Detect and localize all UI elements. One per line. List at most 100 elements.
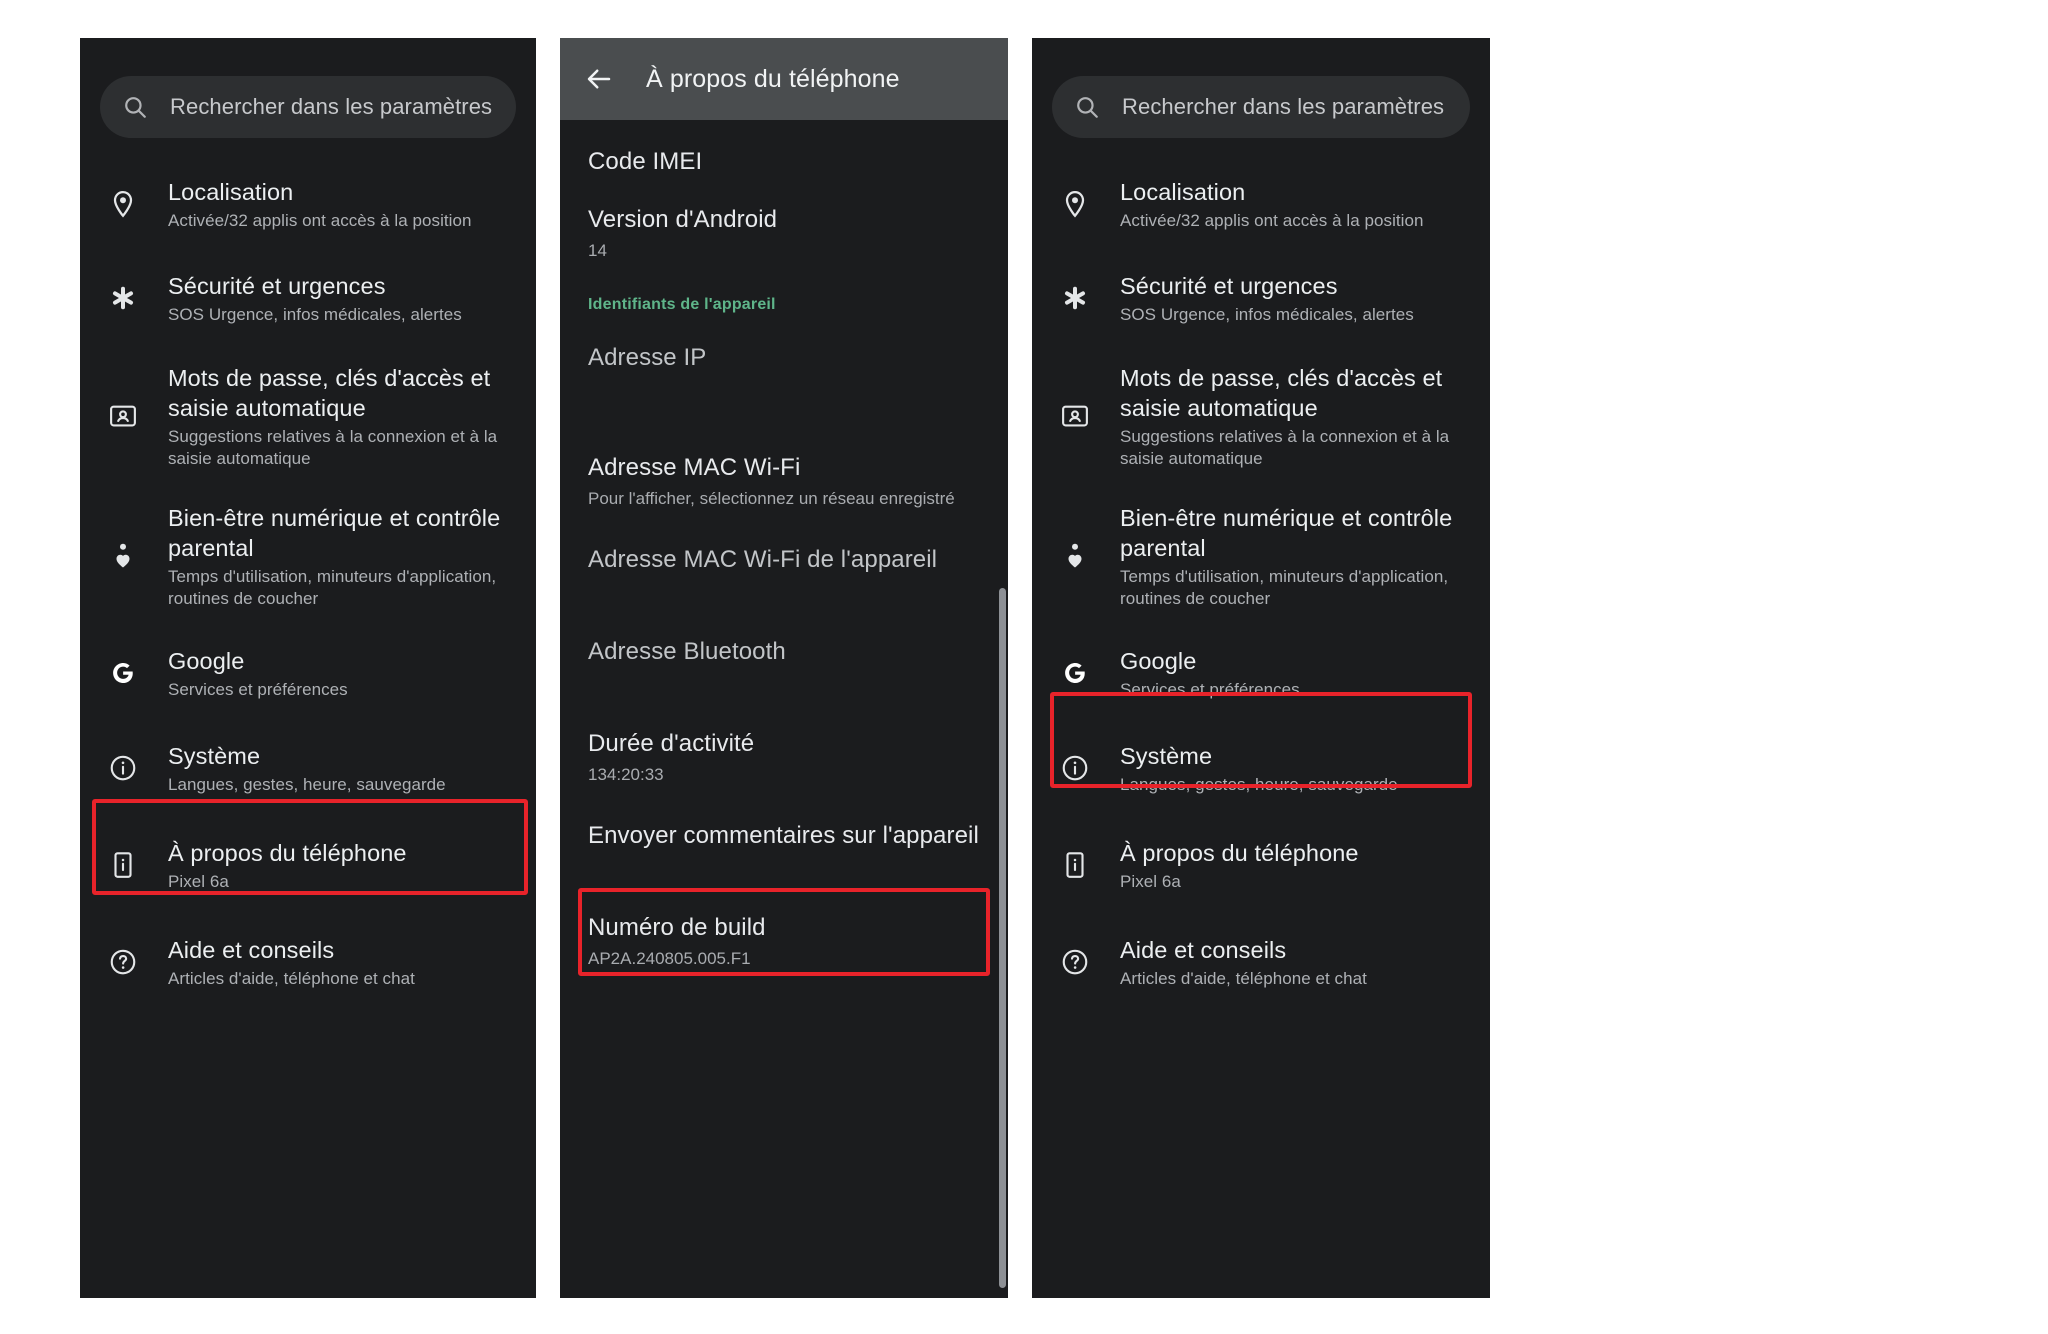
sidebar-item-subtitle: Activée/32 applis ont accès à la positio… bbox=[168, 210, 472, 230]
sidebar-item-subtitle: Suggestions relatives à la connexion et … bbox=[1120, 426, 1450, 468]
sidebar-item-aide-et-conseils[interactable]: Aide et conseils Articles d'aide, téléph… bbox=[80, 914, 536, 1010]
sidebar-item-securite-urgences[interactable]: Sécurité et urgences SOS Urgence, infos … bbox=[80, 250, 536, 346]
sidebar-item-content: À propos du téléphone Pixel 6a bbox=[1120, 838, 1474, 893]
back-arrow-icon[interactable] bbox=[584, 64, 614, 94]
sidebar-item-subtitle: Temps d'utilisation, minuteurs d'applica… bbox=[168, 566, 497, 608]
sidebar-item-subtitle: Articles d'aide, téléphone et chat bbox=[168, 968, 415, 988]
about-row-adresse-mac-wifi[interactable]: Adresse MAC Wi-Fi Pour l'afficher, sélec… bbox=[560, 452, 1008, 544]
sidebar-item-content: Mots de passe, clés d'accès et saisie au… bbox=[168, 363, 520, 470]
sidebar-item-title: Système bbox=[1120, 742, 1213, 769]
settings-panel-left: Rechercher dans les paramètres Localisat… bbox=[80, 38, 536, 1298]
phone-info-icon bbox=[106, 848, 140, 882]
about-row-adresse-ip[interactable]: Adresse IP bbox=[560, 342, 1008, 452]
sidebar-item-title: Sécurité et urgences bbox=[168, 272, 386, 299]
about-row-envoyer-commentaires[interactable]: Envoyer commentaires sur l'appareil bbox=[560, 820, 1008, 912]
about-row-title: Code IMEI bbox=[588, 148, 703, 175]
sidebar-item-subtitle: Services et préférences bbox=[168, 679, 348, 699]
sidebar-item-content: Système Langues, gestes, heure, sauvegar… bbox=[1120, 741, 1474, 796]
sidebar-item-localisation[interactable]: Localisation Activée/32 applis ont accès… bbox=[80, 158, 536, 250]
sidebar-item-content: Sécurité et urgences SOS Urgence, infos … bbox=[1120, 271, 1474, 326]
search-placeholder-text: Rechercher dans les paramètres bbox=[170, 94, 493, 119]
about-row-subtitle: 134:20:33 bbox=[588, 765, 664, 784]
sidebar-item-localisation[interactable]: Localisation Activée/32 applis ont accès… bbox=[1032, 158, 1490, 250]
phone-info-icon bbox=[1058, 848, 1092, 882]
settings-panel-right: Rechercher dans les paramètres Localisat… bbox=[1032, 38, 1490, 1298]
about-row-title: Envoyer commentaires sur l'appareil bbox=[588, 822, 979, 849]
sidebar-item-a-propos-du-telephone[interactable]: À propos du téléphone Pixel 6a bbox=[1032, 816, 1490, 914]
about-phone-list: Code IMEI Version d'Android 14 Identifia… bbox=[560, 120, 1008, 1004]
sidebar-item-content: Système Langues, gestes, heure, sauvegar… bbox=[168, 741, 520, 796]
sidebar-item-content: Bien-être numérique et contrôle parental… bbox=[1120, 503, 1474, 610]
about-phone-panel: À propos du téléphone Code IMEI Version … bbox=[560, 38, 1008, 1298]
sidebar-item-systeme[interactable]: Système Langues, gestes, heure, sauvegar… bbox=[80, 720, 536, 816]
sidebar-item-title: Localisation bbox=[168, 178, 294, 205]
sidebar-item-subtitle: Langues, gestes, heure, sauvegarde bbox=[1120, 774, 1398, 794]
about-phone-header: À propos du téléphone bbox=[560, 38, 1008, 120]
sidebar-item-title: À propos du téléphone bbox=[1120, 839, 1359, 866]
sidebar-item-mots-de-passe[interactable]: Mots de passe, clés d'accès et saisie au… bbox=[1032, 346, 1490, 486]
help-circle-icon bbox=[1058, 945, 1092, 979]
about-row-subtitle: 14 bbox=[588, 241, 607, 260]
sidebar-item-a-propos-du-telephone[interactable]: À propos du téléphone Pixel 6a bbox=[80, 816, 536, 914]
google-g-icon bbox=[1058, 656, 1092, 690]
about-row-adresse-bluetooth[interactable]: Adresse Bluetooth bbox=[560, 636, 1008, 728]
sidebar-item-subtitle: Articles d'aide, téléphone et chat bbox=[1120, 968, 1367, 988]
search-placeholder-text: Rechercher dans les paramètres bbox=[1122, 94, 1445, 119]
vertical-scrollbar[interactable] bbox=[999, 588, 1006, 1288]
sidebar-item-bien-etre-numerique[interactable]: Bien-être numérique et contrôle parental… bbox=[1032, 486, 1490, 626]
sidebar-item-securite-urgences[interactable]: Sécurité et urgences SOS Urgence, infos … bbox=[1032, 250, 1490, 346]
sidebar-item-content: Google Services et préférences bbox=[1120, 646, 1474, 701]
about-row-title: Adresse MAC Wi-Fi de l'appareil bbox=[588, 546, 938, 573]
about-row-version-android[interactable]: Version d'Android 14 bbox=[560, 204, 1008, 296]
about-row-title: Version d'Android bbox=[588, 206, 778, 233]
about-row-title: Adresse IP bbox=[588, 344, 707, 371]
sidebar-item-subtitle: SOS Urgence, infos médicales, alertes bbox=[1120, 304, 1414, 324]
google-g-icon bbox=[106, 656, 140, 690]
sidebar-item-content: Mots de passe, clés d'accès et saisie au… bbox=[1120, 363, 1474, 470]
sidebar-item-google[interactable]: Google Services et préférences bbox=[1032, 626, 1490, 720]
sidebar-item-title: Localisation bbox=[1120, 178, 1246, 205]
sidebar-item-bien-etre-numerique[interactable]: Bien-être numérique et contrôle parental… bbox=[80, 486, 536, 626]
about-row-adresse-mac-wifi-appareil[interactable]: Adresse MAC Wi-Fi de l'appareil bbox=[560, 544, 1008, 636]
sidebar-item-content: Aide et conseils Articles d'aide, téléph… bbox=[168, 935, 520, 990]
about-row-subtitle: Pour l'afficher, sélectionnez un réseau … bbox=[588, 489, 955, 508]
sidebar-item-content: Bien-être numérique et contrôle parental… bbox=[168, 503, 520, 610]
sidebar-item-title: Google bbox=[1120, 647, 1197, 674]
sidebar-item-aide-et-conseils[interactable]: Aide et conseils Articles d'aide, téléph… bbox=[1032, 914, 1490, 1010]
help-circle-icon bbox=[106, 945, 140, 979]
search-icon bbox=[1074, 94, 1100, 120]
about-row-title: Adresse MAC Wi-Fi bbox=[588, 454, 801, 481]
sidebar-item-title: Bien-être numérique et contrôle parental bbox=[1120, 504, 1453, 561]
location-pin-icon bbox=[1058, 187, 1092, 221]
sidebar-item-subtitle: Pixel 6a bbox=[1120, 871, 1181, 891]
sidebar-item-subtitle: Activée/32 applis ont accès à la positio… bbox=[1120, 210, 1424, 230]
sidebar-item-subtitle: SOS Urgence, infos médicales, alertes bbox=[168, 304, 462, 324]
sidebar-item-mots-de-passe[interactable]: Mots de passe, clés d'accès et saisie au… bbox=[80, 346, 536, 486]
sidebar-item-content: Aide et conseils Articles d'aide, téléph… bbox=[1120, 935, 1474, 990]
sidebar-item-title: Système bbox=[168, 742, 261, 769]
sidebar-item-title: Bien-être numérique et contrôle parental bbox=[168, 504, 501, 561]
section-header-identifiants-appareil: Identifiants de l'appareil bbox=[588, 296, 776, 313]
passwords-card-icon bbox=[1058, 399, 1092, 433]
sidebar-item-title: Sécurité et urgences bbox=[1120, 272, 1338, 299]
info-circle-icon bbox=[1058, 751, 1092, 785]
screenshot-canvas: Rechercher dans les paramètres Localisat… bbox=[0, 0, 2048, 1334]
location-pin-icon bbox=[106, 187, 140, 221]
sidebar-item-google[interactable]: Google Services et préférences bbox=[80, 626, 536, 720]
about-row-duree-activite[interactable]: Durée d'activité 134:20:33 bbox=[560, 728, 1008, 820]
search-input[interactable]: Rechercher dans les paramètres bbox=[1052, 76, 1470, 138]
about-row-code-imei[interactable]: Code IMEI bbox=[560, 120, 1008, 204]
emergency-asterisk-icon bbox=[106, 281, 140, 315]
sidebar-item-title: Aide et conseils bbox=[168, 936, 335, 963]
sidebar-item-content: Sécurité et urgences SOS Urgence, infos … bbox=[168, 271, 520, 326]
about-row-numero-de-build[interactable]: Numéro de build AP2A.240805.005.F1 bbox=[560, 912, 1008, 1004]
search-icon bbox=[122, 94, 148, 120]
sidebar-item-subtitle: Pixel 6a bbox=[168, 871, 229, 891]
settings-list-left: Localisation Activée/32 applis ont accès… bbox=[80, 158, 536, 1010]
sidebar-item-subtitle: Temps d'utilisation, minuteurs d'applica… bbox=[1120, 566, 1449, 608]
sidebar-item-content: À propos du téléphone Pixel 6a bbox=[168, 838, 520, 893]
digital-wellbeing-icon bbox=[106, 539, 140, 573]
sidebar-item-systeme[interactable]: Système Langues, gestes, heure, sauvegar… bbox=[1032, 720, 1490, 816]
search-input[interactable]: Rechercher dans les paramètres bbox=[100, 76, 516, 138]
about-row-subtitle: AP2A.240805.005.F1 bbox=[588, 949, 751, 968]
